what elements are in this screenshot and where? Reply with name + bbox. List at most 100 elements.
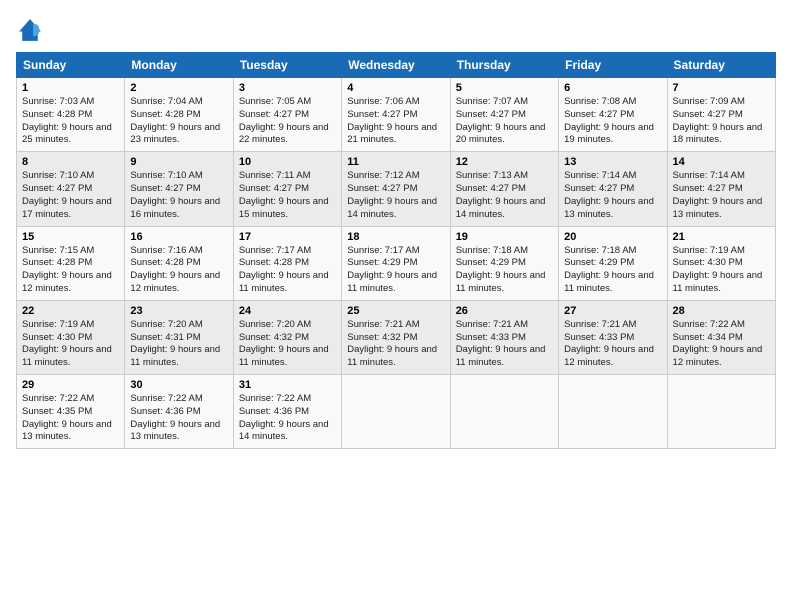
calendar-cell: 30 Sunrise: 7:22 AMSunset: 4:36 PMDayligh… bbox=[125, 375, 233, 449]
day-info: Sunrise: 7:07 AMSunset: 4:27 PMDaylight:… bbox=[456, 96, 546, 145]
day-number: 15 bbox=[22, 231, 119, 243]
calendar-cell: 8 Sunrise: 7:10 AMSunset: 4:27 PMDaylight… bbox=[17, 152, 125, 226]
week-row: 22 Sunrise: 7:19 AMSunset: 4:30 PMDayligh… bbox=[17, 300, 776, 374]
day-info: Sunrise: 7:09 AMSunset: 4:27 PMDaylight:… bbox=[673, 96, 763, 145]
day-info: Sunrise: 7:15 AMSunset: 4:28 PMDaylight:… bbox=[22, 245, 112, 294]
header-row: SundayMondayTuesdayWednesdayThursdayFrid… bbox=[17, 53, 776, 78]
calendar-cell: 9Sunrise: 7:10 AMSunset: 4:27 PMDaylight… bbox=[125, 152, 233, 226]
page-header bbox=[16, 16, 776, 44]
calendar-cell: 4 Sunrise: 7:06 AMSunset: 4:27 PMDaylight… bbox=[342, 78, 450, 152]
day-number: 19 bbox=[456, 231, 553, 243]
day-info: Sunrise: 7:03 AMSunset: 4:28 PMDaylight:… bbox=[22, 96, 112, 145]
day-number: 2 bbox=[130, 82, 227, 94]
day-number: 12 bbox=[456, 156, 553, 168]
calendar-cell: 6 Sunrise: 7:08 AMSunset: 4:27 PMDaylight… bbox=[559, 78, 667, 152]
calendar-cell: 31 Sunrise: 7:22 AMSunset: 4:36 PMDayligh… bbox=[233, 375, 341, 449]
calendar-cell: 21 Sunrise: 7:19 AMSunset: 4:30 PMDayligh… bbox=[667, 226, 775, 300]
day-number: 5 bbox=[456, 82, 553, 94]
day-info: Sunrise: 7:22 AMSunset: 4:36 PMDaylight:… bbox=[130, 393, 220, 442]
day-number: 7 bbox=[673, 82, 770, 94]
day-number: 3 bbox=[239, 82, 336, 94]
day-number: 14 bbox=[673, 156, 770, 168]
day-info: Sunrise: 7:22 AMSunset: 4:36 PMDaylight:… bbox=[239, 393, 329, 442]
day-info: Sunrise: 7:11 AMSunset: 4:27 PMDaylight:… bbox=[239, 170, 329, 219]
calendar-cell: 15 Sunrise: 7:15 AMSunset: 4:28 PMDayligh… bbox=[17, 226, 125, 300]
col-header-sunday: Sunday bbox=[17, 53, 125, 78]
calendar-cell: 12 Sunrise: 7:13 AMSunset: 4:27 PMDayligh… bbox=[450, 152, 558, 226]
calendar-cell: 25 Sunrise: 7:21 AMSunset: 4:32 PMDayligh… bbox=[342, 300, 450, 374]
day-number: 25 bbox=[347, 305, 444, 317]
day-info: Sunrise: 7:05 AMSunset: 4:27 PMDaylight:… bbox=[239, 96, 329, 145]
calendar-cell: 3 Sunrise: 7:05 AMSunset: 4:27 PMDaylight… bbox=[233, 78, 341, 152]
day-number: 17 bbox=[239, 231, 336, 243]
calendar-cell: 17 Sunrise: 7:17 AMSunset: 4:28 PMDayligh… bbox=[233, 226, 341, 300]
day-number: 10 bbox=[239, 156, 336, 168]
day-info: Sunrise: 7:13 AMSunset: 4:27 PMDaylight:… bbox=[456, 170, 546, 219]
calendar-cell: 19 Sunrise: 7:18 AMSunset: 4:29 PMDayligh… bbox=[450, 226, 558, 300]
day-info: Sunrise: 7:19 AMSunset: 4:30 PMDaylight:… bbox=[22, 319, 112, 368]
day-number: 1 bbox=[22, 82, 119, 94]
day-number: 22 bbox=[22, 305, 119, 317]
day-number: 29 bbox=[22, 379, 119, 391]
day-number: 28 bbox=[673, 305, 770, 317]
logo-icon bbox=[16, 16, 44, 44]
day-number: 11 bbox=[347, 156, 444, 168]
day-info: Sunrise: 7:06 AMSunset: 4:27 PMDaylight:… bbox=[347, 96, 437, 145]
day-info: Sunrise: 7:22 AMSunset: 4:35 PMDaylight:… bbox=[22, 393, 112, 442]
calendar-cell: 23Sunrise: 7:20 AMSunset: 4:31 PMDayligh… bbox=[125, 300, 233, 374]
day-number: 18 bbox=[347, 231, 444, 243]
day-number: 13 bbox=[564, 156, 661, 168]
day-info: Sunrise: 7:19 AMSunset: 4:30 PMDaylight:… bbox=[673, 245, 763, 294]
col-header-thursday: Thursday bbox=[450, 53, 558, 78]
calendar-cell: 27 Sunrise: 7:21 AMSunset: 4:33 PMDayligh… bbox=[559, 300, 667, 374]
day-number: 16 bbox=[130, 231, 227, 243]
calendar-cell: 11 Sunrise: 7:12 AMSunset: 4:27 PMDayligh… bbox=[342, 152, 450, 226]
day-info: Sunrise: 7:18 AMSunset: 4:29 PMDaylight:… bbox=[456, 245, 546, 294]
day-number: 27 bbox=[564, 305, 661, 317]
calendar-cell: 13 Sunrise: 7:14 AMSunset: 4:27 PMDayligh… bbox=[559, 152, 667, 226]
day-number: 6 bbox=[564, 82, 661, 94]
calendar-cell: 5 Sunrise: 7:07 AMSunset: 4:27 PMDaylight… bbox=[450, 78, 558, 152]
day-number: 26 bbox=[456, 305, 553, 317]
day-info: Sunrise: 7:21 AMSunset: 4:32 PMDaylight:… bbox=[347, 319, 437, 368]
day-info: Sunrise: 7:21 AMSunset: 4:33 PMDaylight:… bbox=[456, 319, 546, 368]
calendar-cell: 14Sunrise: 7:14 AMSunset: 4:27 PMDayligh… bbox=[667, 152, 775, 226]
day-number: 20 bbox=[564, 231, 661, 243]
day-number: 8 bbox=[22, 156, 119, 168]
calendar-cell: 24 Sunrise: 7:20 AMSunset: 4:32 PMDayligh… bbox=[233, 300, 341, 374]
week-row: 15 Sunrise: 7:15 AMSunset: 4:28 PMDayligh… bbox=[17, 226, 776, 300]
col-header-monday: Monday bbox=[125, 53, 233, 78]
day-info: Sunrise: 7:10 AMSunset: 4:27 PMDaylight:… bbox=[130, 170, 220, 219]
calendar-cell: 26 Sunrise: 7:21 AMSunset: 4:33 PMDayligh… bbox=[450, 300, 558, 374]
day-number: 21 bbox=[673, 231, 770, 243]
day-info: Sunrise: 7:21 AMSunset: 4:33 PMDaylight:… bbox=[564, 319, 654, 368]
day-info: Sunrise: 7:14 AMSunset: 4:27 PMDaylight:… bbox=[564, 170, 654, 219]
col-header-saturday: Saturday bbox=[667, 53, 775, 78]
day-info: Sunrise: 7:18 AMSunset: 4:29 PMDaylight:… bbox=[564, 245, 654, 294]
calendar-cell: 20 Sunrise: 7:18 AMSunset: 4:29 PMDayligh… bbox=[559, 226, 667, 300]
day-info: Sunrise: 7:17 AMSunset: 4:28 PMDaylight:… bbox=[239, 245, 329, 294]
week-row: 29 Sunrise: 7:22 AMSunset: 4:35 PMDayligh… bbox=[17, 375, 776, 449]
day-info: Sunrise: 7:08 AMSunset: 4:27 PMDaylight:… bbox=[564, 96, 654, 145]
calendar-cell: 2 Sunrise: 7:04 AMSunset: 4:28 PMDaylight… bbox=[125, 78, 233, 152]
calendar-cell: 16 Sunrise: 7:16 AMSunset: 4:28 PMDayligh… bbox=[125, 226, 233, 300]
day-info: Sunrise: 7:20 AMSunset: 4:32 PMDaylight:… bbox=[239, 319, 329, 368]
calendar-cell: 29 Sunrise: 7:22 AMSunset: 4:35 PMDayligh… bbox=[17, 375, 125, 449]
day-info: Sunrise: 7:04 AMSunset: 4:28 PMDaylight:… bbox=[130, 96, 220, 145]
day-number: 4 bbox=[347, 82, 444, 94]
col-header-wednesday: Wednesday bbox=[342, 53, 450, 78]
calendar-cell: 1 Sunrise: 7:03 AMSunset: 4:28 PMDaylight… bbox=[17, 78, 125, 152]
col-header-friday: Friday bbox=[559, 53, 667, 78]
calendar-cell bbox=[559, 375, 667, 449]
calendar-cell: 18 Sunrise: 7:17 AMSunset: 4:29 PMDayligh… bbox=[342, 226, 450, 300]
day-info: Sunrise: 7:16 AMSunset: 4:28 PMDaylight:… bbox=[130, 245, 220, 294]
day-number: 31 bbox=[239, 379, 336, 391]
day-number: 30 bbox=[130, 379, 227, 391]
calendar-cell bbox=[450, 375, 558, 449]
calendar-cell: 22 Sunrise: 7:19 AMSunset: 4:30 PMDayligh… bbox=[17, 300, 125, 374]
day-info: Sunrise: 7:17 AMSunset: 4:29 PMDaylight:… bbox=[347, 245, 437, 294]
calendar-table: SundayMondayTuesdayWednesdayThursdayFrid… bbox=[16, 52, 776, 449]
day-info: Sunrise: 7:10 AMSunset: 4:27 PMDaylight:… bbox=[22, 170, 112, 219]
day-number: 24 bbox=[239, 305, 336, 317]
day-info: Sunrise: 7:12 AMSunset: 4:27 PMDaylight:… bbox=[347, 170, 437, 219]
